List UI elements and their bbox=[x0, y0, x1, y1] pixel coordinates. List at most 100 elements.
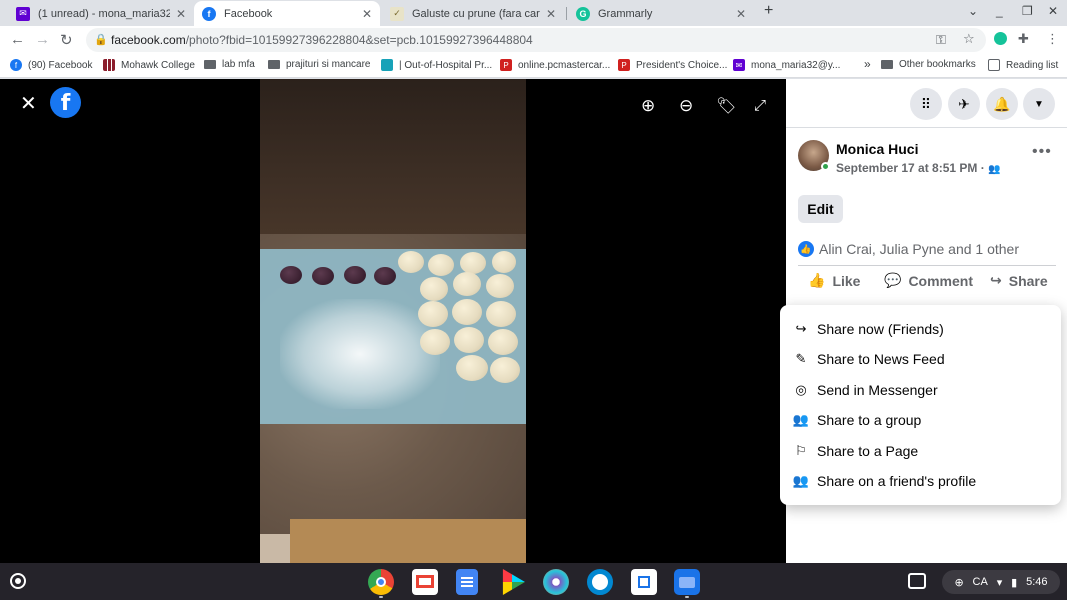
mohawk-icon bbox=[103, 59, 115, 71]
chrome-icon[interactable] bbox=[368, 569, 394, 595]
menu-item-label: Share to News Feed bbox=[817, 351, 945, 367]
edit-button[interactable]: Edit bbox=[798, 195, 843, 223]
close-icon[interactable]: ✕ bbox=[362, 7, 372, 21]
photo-dumpling bbox=[420, 329, 450, 355]
bookmarks-overflow-button[interactable]: » bbox=[864, 57, 871, 71]
photo-floor bbox=[260, 534, 290, 563]
menu-grid-icon[interactable]: ⠿ bbox=[910, 88, 942, 120]
share-label: Share bbox=[1008, 272, 1048, 289]
photo-app-icon[interactable] bbox=[543, 569, 569, 595]
star-icon[interactable]: ☆ bbox=[963, 31, 975, 47]
photo-dumpling bbox=[452, 299, 482, 325]
bookmark-other-bookmarks[interactable]: Other bookmarks bbox=[881, 59, 976, 70]
status-tray[interactable]: ⊕ CA ▾ ▮ 5:46 bbox=[942, 570, 1060, 594]
messenger-icon: ◎ bbox=[795, 382, 807, 397]
close-window-icon[interactable]: ✕ bbox=[1048, 4, 1058, 18]
restore-icon[interactable]: ❐ bbox=[1022, 4, 1033, 18]
bookmark-folder-prajituri[interactable]: prajituri si mancare bbox=[268, 59, 370, 70]
thumbs-up-icon: 👍 bbox=[808, 272, 826, 288]
share-on-friends-profile-item[interactable]: 👥 Share on a friend's profile bbox=[780, 466, 1061, 496]
online-status-dot bbox=[821, 162, 830, 171]
share-to-group-item[interactable]: 👥 Share to a group bbox=[780, 405, 1061, 435]
pc-mastercard-icon: P bbox=[500, 59, 512, 71]
minimize-icon[interactable]: _ bbox=[996, 4, 1003, 18]
docs-icon[interactable] bbox=[456, 569, 478, 595]
avatar[interactable] bbox=[798, 140, 830, 171]
tab-facebook[interactable]: f Facebook ✕ bbox=[194, 1, 380, 26]
messenger-icon[interactable]: ✈ bbox=[948, 88, 980, 120]
post-timestamp[interactable]: September 17 at 8:51 PM · 👥 bbox=[836, 161, 1001, 175]
close-icon[interactable]: ✕ bbox=[546, 7, 556, 21]
files-icon[interactable] bbox=[674, 569, 700, 595]
photo-dumpling bbox=[420, 277, 448, 301]
tab-galuste-recipe[interactable]: ✓ Galuste cu prune (fara cartofi) - R ✕ bbox=[382, 1, 564, 26]
reading-list-button[interactable]: Reading list bbox=[988, 59, 1058, 71]
close-icon[interactable]: ✕ bbox=[20, 91, 37, 116]
tab-grammarly[interactable]: G Grammarly ✕ bbox=[568, 1, 754, 26]
tab-search-icon[interactable]: ⌄ bbox=[968, 4, 978, 18]
grammarly-extension-icon[interactable] bbox=[994, 32, 1007, 45]
fullscreen-icon[interactable]: ⤢ bbox=[754, 97, 766, 114]
share-now-friends-item[interactable]: ↪ Share now (Friends) bbox=[780, 314, 1061, 344]
address-bar[interactable]: 🔒 facebook.com/photo?fbid=10159927396228… bbox=[86, 28, 986, 52]
more-options-icon[interactable]: ••• bbox=[1032, 143, 1052, 161]
play-store-icon[interactable] bbox=[502, 569, 525, 595]
os-shelf: ⊕ CA ▾ ▮ 5:46 bbox=[0, 563, 1067, 600]
gmail-icon[interactable] bbox=[412, 569, 438, 595]
bookmark-mohawk-college[interactable]: Mohawk College bbox=[103, 59, 195, 71]
share-button[interactable]: ↪ Share bbox=[990, 272, 1048, 289]
photo-plum bbox=[374, 267, 396, 285]
tab-title: Galuste cu prune (fara cartofi) - R bbox=[412, 7, 540, 20]
zoom-out-icon[interactable]: ⊖ bbox=[679, 96, 693, 116]
zoom-in-icon[interactable]: ⊕ bbox=[641, 96, 655, 116]
close-icon[interactable]: ✕ bbox=[176, 7, 186, 21]
new-tab-button[interactable]: + bbox=[764, 2, 773, 20]
share-arrow-icon: ↪ bbox=[795, 321, 807, 336]
tab-divider bbox=[566, 7, 567, 20]
comment-label: Comment bbox=[908, 272, 973, 289]
key-icon[interactable]: ⚿ bbox=[936, 32, 946, 48]
comment-button[interactable]: 💬 Comment bbox=[884, 272, 973, 289]
comment-icon: 💬 bbox=[884, 272, 902, 288]
bookmark-pcmastercard[interactable]: P online.pcmastercar... bbox=[500, 59, 610, 71]
like-button[interactable]: 👍 Like bbox=[808, 272, 860, 289]
bookmark-out-of-hospital[interactable]: | Out-of-Hospital Pr... bbox=[381, 59, 492, 71]
bookmark-label: President's Choice... bbox=[636, 59, 728, 71]
reactions-summary[interactable]: 👍 Alin Crai, Julia Pyne and 1 other bbox=[798, 241, 1019, 257]
bookmark-folder-lab-mfa[interactable]: lab mfa bbox=[204, 59, 255, 70]
send-in-messenger-item[interactable]: ◎ Send in Messenger bbox=[780, 375, 1061, 405]
bookmarks-bar: f (90) Facebook Mohawk College lab mfa p… bbox=[0, 54, 1067, 78]
tag-icon[interactable]: 🏷 bbox=[716, 96, 736, 116]
account-dropdown-icon[interactable]: ▼ bbox=[1023, 88, 1055, 120]
share-to-page-item[interactable]: ⚐ Share to a Page bbox=[780, 436, 1061, 466]
reload-icon[interactable]: ↻ bbox=[60, 31, 73, 49]
share-to-news-feed-item[interactable]: ✎ Share to News Feed bbox=[780, 344, 1061, 374]
circle-app-icon[interactable] bbox=[587, 569, 613, 595]
bookmark-facebook[interactable]: f (90) Facebook bbox=[10, 59, 92, 71]
extensions-puzzle-icon[interactable]: ✚ bbox=[1018, 31, 1029, 47]
forward-arrow-icon[interactable]: → bbox=[35, 31, 50, 48]
launcher-icon[interactable] bbox=[10, 573, 26, 589]
clipboard-icon[interactable] bbox=[908, 573, 926, 589]
bookmark-label: mona_maria32@y... bbox=[751, 59, 841, 71]
photo-dumpling bbox=[453, 272, 481, 296]
menu-item-label: Send in Messenger bbox=[817, 382, 938, 398]
group-icon: 👥 bbox=[792, 412, 810, 427]
tab-title: (1 unread) - mona_maria32@ya bbox=[38, 7, 170, 20]
bookmark-yahoo-mail[interactable]: ✉ mona_maria32@y... bbox=[733, 59, 840, 71]
photo-dumpling bbox=[490, 357, 520, 383]
post-author[interactable]: Monica Huci bbox=[836, 141, 918, 157]
chrome-menu-icon[interactable]: ⋮ bbox=[1046, 31, 1059, 47]
notifications-bell-icon[interactable]: 🔔 bbox=[986, 88, 1018, 120]
tab-yahoo-mail[interactable]: ✉ (1 unread) - mona_maria32@ya ✕ bbox=[8, 1, 194, 26]
yahoo-mail-icon: ✉ bbox=[733, 59, 745, 71]
close-icon[interactable]: ✕ bbox=[736, 7, 746, 21]
menu-item-label: Share on a friend's profile bbox=[817, 473, 977, 489]
photo-background bbox=[260, 79, 526, 249]
screenshot-app-icon[interactable] bbox=[631, 569, 657, 595]
bookmark-presidents-choice[interactable]: P President's Choice... bbox=[618, 59, 727, 71]
facebook-logo-icon[interactable]: f bbox=[50, 87, 81, 118]
menu-item-label: Share to a group bbox=[817, 412, 922, 428]
back-arrow-icon[interactable]: ← bbox=[10, 31, 25, 48]
photo-viewer: ✕ f ⊕ ⊖ 🏷 ⤢ bbox=[0, 79, 786, 563]
